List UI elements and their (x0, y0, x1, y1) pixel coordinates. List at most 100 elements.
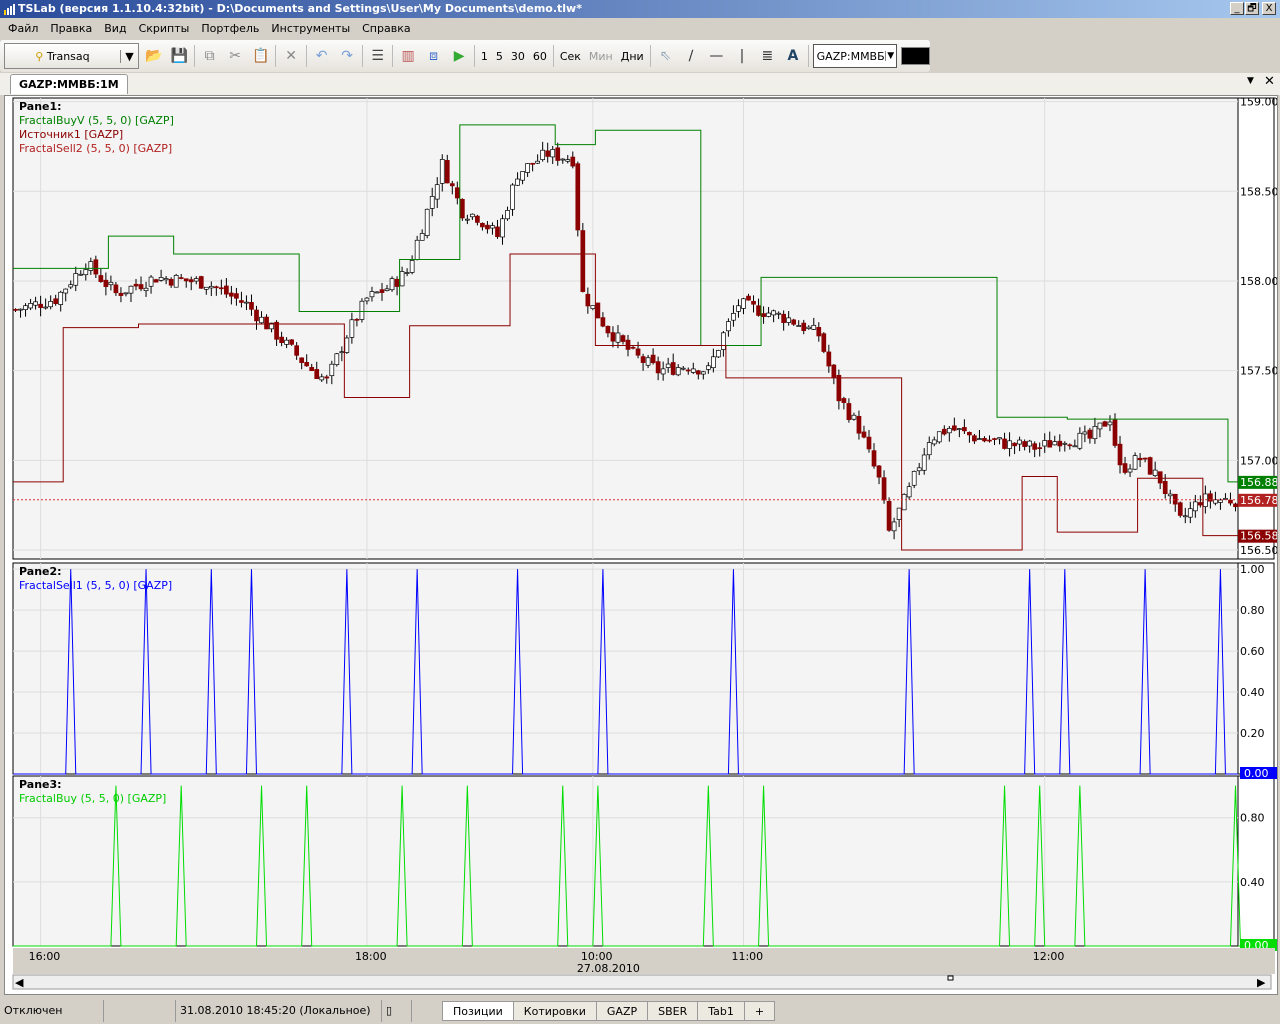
candle (18, 308, 23, 311)
candle (1037, 447, 1043, 449)
candle (284, 339, 289, 345)
menu-scripts[interactable]: Скрипты (133, 19, 196, 39)
timeframe-5[interactable]: 5 (494, 50, 505, 63)
candle (98, 275, 104, 283)
candle (1062, 442, 1068, 445)
candle (851, 414, 857, 420)
candle (957, 428, 962, 430)
candle (1082, 431, 1088, 435)
open-icon[interactable]: 📂 (143, 45, 165, 67)
candle (63, 288, 69, 294)
candle (535, 160, 540, 164)
x-tick-label: 12:00 (1033, 950, 1065, 963)
menu-help[interactable]: Справка (356, 19, 416, 39)
candle (1147, 457, 1153, 475)
candle (841, 398, 847, 403)
tab-gazp[interactable]: GAZP (595, 1001, 649, 1021)
timeframe-30[interactable]: 30 (509, 50, 527, 63)
menu-view[interactable]: Вид (98, 19, 132, 39)
copy-icon[interactable]: ⧉ (199, 45, 221, 67)
delete-icon[interactable]: ✕ (280, 45, 302, 67)
candle (911, 471, 917, 486)
close-tab-icon[interactable]: ✕ (1264, 74, 1275, 89)
cursor-icon[interactable]: ⇖ (655, 45, 677, 67)
candle (374, 291, 380, 294)
restore-button[interactable]: 🗗 (1245, 2, 1259, 15)
play-icon[interactable]: ▶ (448, 45, 470, 67)
candle (208, 285, 214, 289)
candle (515, 178, 520, 186)
scroll-left-arrow[interactable]: ◀ (15, 976, 24, 989)
log-icon[interactable]: ▯ (382, 1000, 412, 1022)
fibonacci-icon[interactable]: ≣ (757, 45, 779, 67)
text-icon[interactable]: A (782, 45, 804, 67)
menu-file[interactable]: Файл (2, 19, 44, 39)
unit-days[interactable]: Дни (619, 50, 646, 63)
pane-3-axis (1237, 775, 1275, 947)
scroll-thumb[interactable] (947, 975, 954, 981)
chart-icon[interactable]: ▥ (397, 45, 419, 67)
scroll-right-arrow[interactable]: ▶ (1257, 976, 1266, 989)
horizontal-scrollbar[interactable] (12, 974, 1272, 990)
undo-icon[interactable]: ↶ (311, 45, 333, 67)
candle (530, 162, 535, 165)
candle (655, 361, 661, 374)
candle (856, 415, 862, 434)
tab-tab1[interactable]: Tab1 (697, 1001, 745, 1021)
chevron-down-icon[interactable]: ▼ (119, 49, 138, 63)
candle (1122, 463, 1128, 473)
tab-quotes[interactable]: Котировки (512, 1001, 597, 1021)
candle (409, 260, 415, 273)
candle (329, 363, 335, 377)
candle (816, 327, 822, 337)
tab-sber[interactable]: SBER (647, 1001, 699, 1021)
candle (1042, 440, 1048, 447)
candle (590, 305, 596, 309)
chevron-down-icon[interactable]: ▼ (884, 51, 896, 61)
broker-select[interactable]: ⚲ Transaq ▼ (4, 43, 139, 69)
add-tab-button[interactable]: + (743, 1001, 776, 1021)
tab-menu-icon[interactable]: ▼ (1247, 76, 1254, 86)
candle (721, 332, 726, 350)
redo-icon[interactable]: ↷ (336, 45, 358, 67)
candle (645, 357, 651, 366)
timeframe-60[interactable]: 60 (531, 50, 549, 63)
cut-icon[interactable]: ✂ (224, 45, 246, 67)
symbol-select[interactable]: GAZP:MMBБ ▼ (812, 44, 897, 68)
chart-area[interactable]: 159.00 158.50 158.00 157.50 157.00 156.50 Pane… (4, 95, 1279, 995)
color-picker[interactable] (900, 47, 931, 65)
paste-icon[interactable]: 📋 (250, 45, 272, 67)
properties-icon[interactable]: ☰ (367, 45, 389, 67)
menu-tools[interactable]: Инструменты (265, 19, 356, 39)
vertical-line-icon[interactable]: | (731, 45, 753, 67)
pane-2-background (12, 562, 1239, 775)
diagram-icon[interactable]: ⧈ (423, 45, 445, 67)
horizontal-line-icon[interactable]: — (706, 45, 728, 67)
candle (670, 362, 676, 375)
candle (660, 368, 666, 375)
trend-line-icon[interactable]: ∕ (680, 45, 702, 67)
chart-tab[interactable]: GAZP:MMBБ:1M (10, 74, 128, 94)
menu-portfolio[interactable]: Портфель (195, 19, 265, 39)
candle (299, 357, 305, 363)
candle (1092, 426, 1098, 440)
unit-minutes[interactable]: Мин (587, 50, 615, 63)
tab-positions[interactable]: Позиции (442, 1001, 514, 1021)
chart-svg[interactable]: 159.00 158.50 158.00 157.50 157.00 156.50 Pane… (5, 96, 1279, 994)
candle (304, 361, 310, 367)
pane-title: Pane3: (19, 778, 62, 791)
candle (1022, 441, 1027, 447)
candle (480, 222, 485, 228)
candle (846, 403, 852, 420)
menu-edit[interactable]: Правка (44, 19, 98, 39)
close-button[interactable]: X (1262, 2, 1276, 15)
minimize-button[interactable]: _ (1230, 2, 1244, 15)
timeframe-1[interactable]: 1 (479, 50, 490, 63)
pane-2-axis (1237, 562, 1275, 775)
save-icon[interactable]: 💾 (168, 45, 190, 67)
candle (1228, 499, 1233, 504)
candle (444, 160, 450, 184)
unit-seconds[interactable]: Сек (558, 50, 583, 63)
candle (394, 278, 400, 287)
x-tick-label: 18:00 (355, 950, 387, 963)
